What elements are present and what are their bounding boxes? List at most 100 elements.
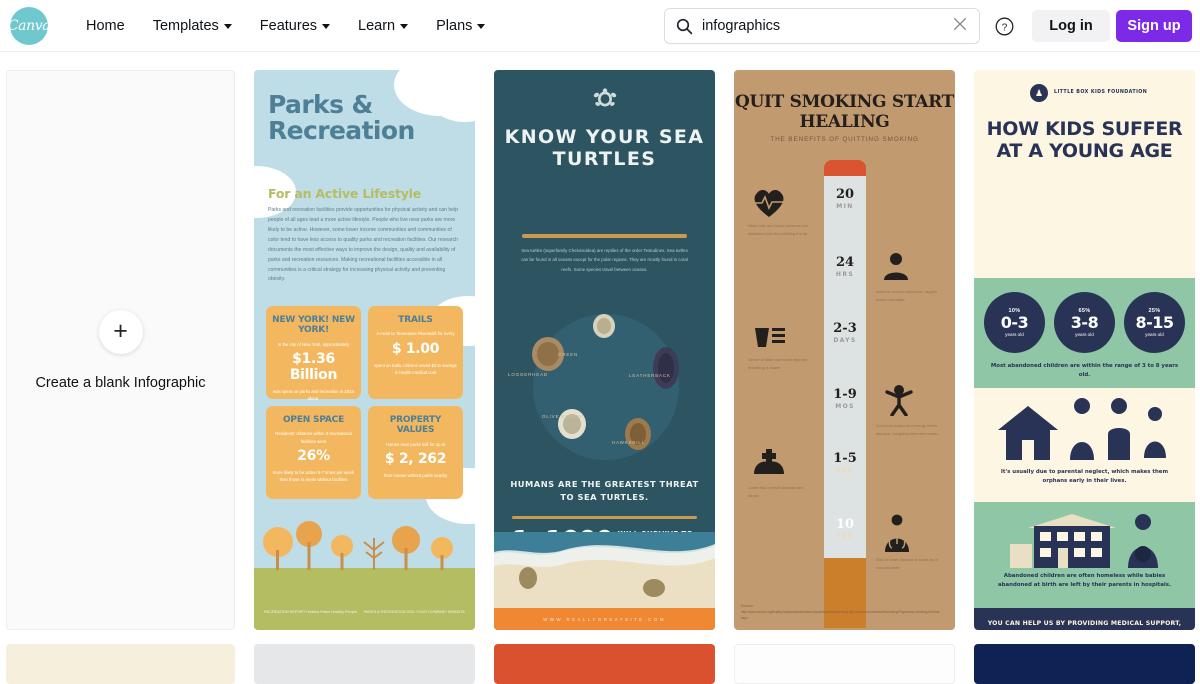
help-banner: YOU CAN HELP US BY PROVIDING MEDICAL SUP… <box>974 608 1195 630</box>
family-figures-illustration <box>998 398 1166 460</box>
search-icon <box>676 18 693 35</box>
parks-footer-left: RECREATION REPORT Healthy Parks Healthy … <box>264 609 357 614</box>
blank-card-label: Create a blank Infographic <box>35 374 206 391</box>
stat-card: NEW YORK! NEW YORK! In the city of New Y… <box>266 306 361 401</box>
template-grid: + Create a blank Infographic Parks & Rec… <box>0 70 1200 630</box>
nav-item-home[interactable]: Home <box>72 12 139 40</box>
template-card-row2-3[interactable] <box>494 644 715 684</box>
timeline-tick-2-3days: 2-3 DAYS <box>824 322 866 344</box>
stat-heading: TRAILS <box>398 315 433 325</box>
nav-label: Features <box>259 17 318 34</box>
chevron-down-icon <box>477 24 486 29</box>
stat-card: TRAILS A route to Tennessee Riverwalk fo… <box>368 306 463 399</box>
stat-bottom-note: more likely to be active 5-7 times per w… <box>272 469 355 483</box>
parks-stat-grid: NEW YORK! NEW YORK! In the city of New Y… <box>266 306 464 499</box>
chevron-down-icon <box>400 24 409 29</box>
stat-heading: PROPERTY VALUES <box>389 415 442 436</box>
nav-label: Plans <box>436 17 473 34</box>
create-blank-infographic-card[interactable]: + Create a blank Infographic <box>6 70 235 630</box>
nav-label: Learn <box>358 17 396 34</box>
age-circle-8-15: 25% 8-15 years old <box>1124 292 1185 353</box>
parks-title: Parks & Recreation <box>268 90 415 146</box>
template-card-row2-1[interactable] <box>6 644 235 684</box>
login-button[interactable]: Log in <box>1032 10 1110 42</box>
stat-top-note: Homes near parks sell for up to <box>385 441 446 447</box>
age-range: 8-15 <box>1135 313 1174 333</box>
timeline-note-20min: Heart rate and blood pressure are stabil… <box>748 223 809 236</box>
foundation-logo: ♟ LITTLE BOX KIDS FOUNDATION <box>1030 84 1147 102</box>
timeline-tick-1-9mos: 1-9 MOS <box>824 388 866 410</box>
age-unit: years old <box>1005 331 1024 337</box>
health-cross-icon <box>754 449 784 474</box>
turtles-title: KNOW YOUR SEA TURTLES <box>504 126 705 171</box>
active-person-icon <box>885 385 913 416</box>
nav-item-templates[interactable]: Templates <box>139 12 246 40</box>
smoking-subtitle: THE BENEFITS OF QUITTING SMOKING <box>770 136 919 143</box>
tick-unit: MOS <box>835 403 855 410</box>
heart-pulse-icon <box>754 190 784 217</box>
age-unit: years old <box>1145 331 1164 337</box>
timeline-tick-10yrs: 10 YRS <box>824 518 866 540</box>
template-card-parks-recreation[interactable]: Parks & Recreation For an Active Lifesty… <box>254 70 475 630</box>
search-bar[interactable] <box>664 8 980 44</box>
tick-value: 1-5 <box>833 451 857 466</box>
kids-title: HOW KIDS SUFFER AT A YOUNG AGE <box>986 118 1183 163</box>
timeline-tick-1-5yrs: 1-5 YRS <box>824 452 866 474</box>
template-grid-row-2 <box>0 644 1200 684</box>
nav-item-features[interactable]: Features <box>246 12 344 40</box>
nav-item-plans[interactable]: Plans <box>422 12 499 40</box>
tick-value: 20 <box>835 187 855 202</box>
timeline-note-1-5yrs: Lower risk of heart disease and stroke <box>748 485 804 498</box>
tick-unit: YRS <box>836 533 854 540</box>
tick-unit: YRS <box>836 467 854 474</box>
tick-value: 10 <box>835 517 855 532</box>
timeline-note-2-3days: Sense of taste and smell improve, breath… <box>748 357 809 370</box>
search-input[interactable] <box>702 18 953 34</box>
template-card-sea-turtles[interactable]: KNOW YOUR SEA TURTLES Sea turtles (super… <box>494 70 715 630</box>
orphanage-building-illustration <box>1010 514 1158 568</box>
smoking-sources: Sources: http://www.cancer.org/healthy/s… <box>741 604 941 622</box>
template-card-row2-4[interactable] <box>734 644 955 684</box>
turtles-body-text: Sea turtles (superfamily Chelonioidea) a… <box>521 248 688 272</box>
template-card-row2-2[interactable] <box>254 644 475 684</box>
title-divider <box>522 234 687 238</box>
smoking-title: QUIT SMOKING START HEALING <box>734 92 955 133</box>
app-header: Canva Home Templates Features Learn Plan… <box>0 0 1200 52</box>
canva-logo[interactable]: Canva <box>7 6 51 45</box>
plus-icon: + <box>98 309 143 354</box>
close-icon[interactable] <box>953 17 967 36</box>
help-banner-text: YOU CAN HELP US BY PROVIDING MEDICAL SUP… <box>987 620 1182 628</box>
stat-bottom-note: was spent on parks and recreation in 201… <box>273 388 354 402</box>
stat-bar-top <box>512 516 697 519</box>
timeline-note-1-9mos: Good circulation and energy levels impro… <box>876 423 939 436</box>
kids-caption-3: Abandoned children are often homeless wh… <box>998 573 1171 589</box>
stat-card: OPEN SPACE Residents' distance within 3 … <box>266 406 361 499</box>
turtles-footer: WWW.REALLYGREATSITE.COM <box>494 608 715 630</box>
age-circle-3-8: 65% 3-8 years old <box>1054 292 1115 353</box>
parks-subtitle: For an Active Lifestyle <box>268 186 422 201</box>
template-card-quit-smoking[interactable]: QUIT SMOKING START HEALING THE BENEFITS … <box>734 70 955 630</box>
template-card-row2-5[interactable] <box>974 644 1195 684</box>
species-label-olive-ridley: OLIVE RIDLEY <box>542 414 583 419</box>
chevron-down-icon <box>223 24 232 29</box>
stat-value: $ 2, 262 <box>384 450 447 467</box>
timeline-note-10yrs: Risk of heart disease is same as of non-… <box>876 557 939 570</box>
drink-food-icon <box>755 328 785 347</box>
help-circle-icon[interactable]: ? <box>995 17 1014 36</box>
parks-footer-right: PARKS & RECREATION 2021 YOUR COMPANY WEB… <box>363 609 465 614</box>
stat-value: 26% <box>297 447 330 464</box>
tick-value: 24 <box>835 255 855 270</box>
nav-label: Templates <box>152 17 219 34</box>
nav-item-learn[interactable]: Learn <box>344 12 422 40</box>
stat-bottom-note: spent on trails, citizens saved $3 in sa… <box>374 362 457 375</box>
main-navigation: Home Templates Features Learn Plans <box>72 12 499 40</box>
species-label-green: GREEN <box>558 352 579 357</box>
nav-label: Home <box>86 17 125 34</box>
age-range: 0-3 <box>1000 313 1029 333</box>
signup-button[interactable]: Sign up <box>1116 10 1192 42</box>
logo-text: Canva <box>7 17 51 34</box>
template-card-how-kids-suffer[interactable]: ♟ LITTLE BOX KIDS FOUNDATION HOW KIDS SU… <box>974 70 1195 630</box>
stat-top-note: In the city of New York, approximately <box>277 341 350 347</box>
tick-unit: HRS <box>835 271 855 278</box>
stat-heading: OPEN SPACE <box>282 415 345 425</box>
